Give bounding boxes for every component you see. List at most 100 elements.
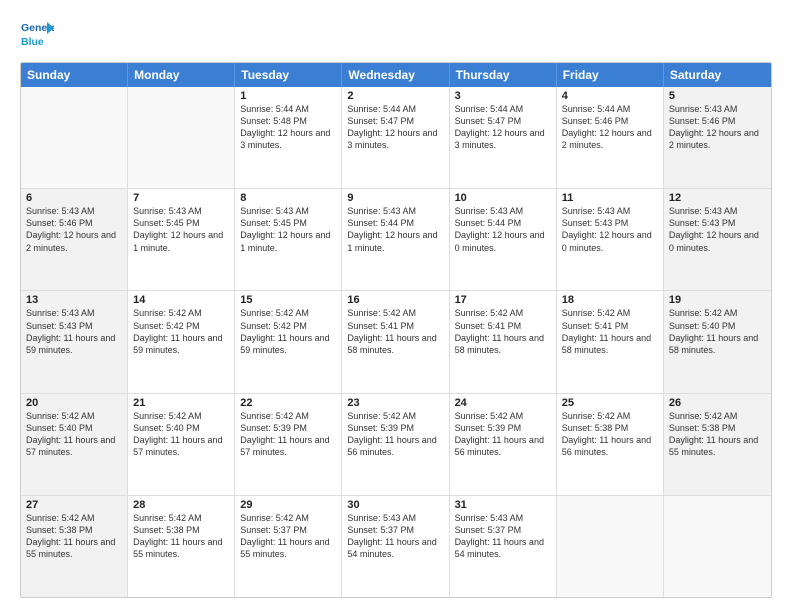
calendar-cell: 26Sunrise: 5:42 AM Sunset: 5:38 PM Dayli… (664, 394, 771, 495)
calendar-cell: 15Sunrise: 5:42 AM Sunset: 5:42 PM Dayli… (235, 291, 342, 392)
day-number: 11 (562, 192, 658, 204)
day-number: 19 (669, 294, 766, 306)
cell-details: Sunrise: 5:42 AM Sunset: 5:38 PM Dayligh… (26, 512, 122, 561)
day-number: 20 (26, 397, 122, 409)
calendar-cell: 7Sunrise: 5:43 AM Sunset: 5:45 PM Daylig… (128, 189, 235, 290)
cell-details: Sunrise: 5:43 AM Sunset: 5:43 PM Dayligh… (562, 205, 658, 254)
header-day-monday: Monday (128, 63, 235, 87)
day-number: 27 (26, 499, 122, 511)
calendar-cell: 3Sunrise: 5:44 AM Sunset: 5:47 PM Daylig… (450, 87, 557, 188)
calendar-cell: 9Sunrise: 5:43 AM Sunset: 5:44 PM Daylig… (342, 189, 449, 290)
calendar-cell: 2Sunrise: 5:44 AM Sunset: 5:47 PM Daylig… (342, 87, 449, 188)
cell-details: Sunrise: 5:43 AM Sunset: 5:43 PM Dayligh… (26, 307, 122, 356)
calendar-cell: 22Sunrise: 5:42 AM Sunset: 5:39 PM Dayli… (235, 394, 342, 495)
cell-details: Sunrise: 5:43 AM Sunset: 5:45 PM Dayligh… (240, 205, 336, 254)
cell-details: Sunrise: 5:43 AM Sunset: 5:44 PM Dayligh… (455, 205, 551, 254)
cell-details: Sunrise: 5:43 AM Sunset: 5:46 PM Dayligh… (26, 205, 122, 254)
cell-details: Sunrise: 5:42 AM Sunset: 5:40 PM Dayligh… (669, 307, 766, 356)
page: General Blue SundayMondayTuesdayWednesda… (0, 0, 792, 612)
day-number: 10 (455, 192, 551, 204)
day-number: 14 (133, 294, 229, 306)
cell-details: Sunrise: 5:42 AM Sunset: 5:41 PM Dayligh… (562, 307, 658, 356)
calendar-cell: 6Sunrise: 5:43 AM Sunset: 5:46 PM Daylig… (21, 189, 128, 290)
day-number: 30 (347, 499, 443, 511)
day-number: 13 (26, 294, 122, 306)
day-number: 21 (133, 397, 229, 409)
calendar: SundayMondayTuesdayWednesdayThursdayFrid… (20, 62, 772, 598)
logo: General Blue (20, 18, 54, 52)
day-number: 7 (133, 192, 229, 204)
day-number: 28 (133, 499, 229, 511)
calendar-cell: 24Sunrise: 5:42 AM Sunset: 5:39 PM Dayli… (450, 394, 557, 495)
calendar-cell: 27Sunrise: 5:42 AM Sunset: 5:38 PM Dayli… (21, 496, 128, 597)
cell-details: Sunrise: 5:42 AM Sunset: 5:38 PM Dayligh… (562, 410, 658, 459)
calendar-body: 1Sunrise: 5:44 AM Sunset: 5:48 PM Daylig… (21, 87, 771, 597)
day-number: 6 (26, 192, 122, 204)
cell-details: Sunrise: 5:43 AM Sunset: 5:37 PM Dayligh… (347, 512, 443, 561)
calendar-cell: 1Sunrise: 5:44 AM Sunset: 5:48 PM Daylig… (235, 87, 342, 188)
calendar-week-4: 20Sunrise: 5:42 AM Sunset: 5:40 PM Dayli… (21, 394, 771, 496)
day-number: 5 (669, 90, 766, 102)
cell-details: Sunrise: 5:43 AM Sunset: 5:46 PM Dayligh… (669, 103, 766, 152)
header-day-friday: Friday (557, 63, 664, 87)
calendar-cell (664, 496, 771, 597)
day-number: 16 (347, 294, 443, 306)
calendar-cell: 29Sunrise: 5:42 AM Sunset: 5:37 PM Dayli… (235, 496, 342, 597)
cell-details: Sunrise: 5:42 AM Sunset: 5:37 PM Dayligh… (240, 512, 336, 561)
day-number: 8 (240, 192, 336, 204)
calendar-cell: 5Sunrise: 5:43 AM Sunset: 5:46 PM Daylig… (664, 87, 771, 188)
day-number: 18 (562, 294, 658, 306)
cell-details: Sunrise: 5:42 AM Sunset: 5:42 PM Dayligh… (240, 307, 336, 356)
cell-details: Sunrise: 5:43 AM Sunset: 5:45 PM Dayligh… (133, 205, 229, 254)
calendar-week-1: 1Sunrise: 5:44 AM Sunset: 5:48 PM Daylig… (21, 87, 771, 189)
header-day-thursday: Thursday (450, 63, 557, 87)
cell-details: Sunrise: 5:42 AM Sunset: 5:38 PM Dayligh… (133, 512, 229, 561)
cell-details: Sunrise: 5:42 AM Sunset: 5:40 PM Dayligh… (133, 410, 229, 459)
header-day-sunday: Sunday (21, 63, 128, 87)
cell-details: Sunrise: 5:42 AM Sunset: 5:40 PM Dayligh… (26, 410, 122, 459)
header-day-tuesday: Tuesday (235, 63, 342, 87)
header: General Blue (20, 18, 772, 52)
calendar-cell: 11Sunrise: 5:43 AM Sunset: 5:43 PM Dayli… (557, 189, 664, 290)
calendar-cell (557, 496, 664, 597)
calendar-cell: 19Sunrise: 5:42 AM Sunset: 5:40 PM Dayli… (664, 291, 771, 392)
calendar-cell: 8Sunrise: 5:43 AM Sunset: 5:45 PM Daylig… (235, 189, 342, 290)
day-number: 23 (347, 397, 443, 409)
calendar-cell: 4Sunrise: 5:44 AM Sunset: 5:46 PM Daylig… (557, 87, 664, 188)
calendar-week-2: 6Sunrise: 5:43 AM Sunset: 5:46 PM Daylig… (21, 189, 771, 291)
cell-details: Sunrise: 5:44 AM Sunset: 5:48 PM Dayligh… (240, 103, 336, 152)
cell-details: Sunrise: 5:42 AM Sunset: 5:42 PM Dayligh… (133, 307, 229, 356)
calendar-cell: 12Sunrise: 5:43 AM Sunset: 5:43 PM Dayli… (664, 189, 771, 290)
calendar-cell: 16Sunrise: 5:42 AM Sunset: 5:41 PM Dayli… (342, 291, 449, 392)
cell-details: Sunrise: 5:42 AM Sunset: 5:38 PM Dayligh… (669, 410, 766, 459)
day-number: 9 (347, 192, 443, 204)
cell-details: Sunrise: 5:44 AM Sunset: 5:47 PM Dayligh… (347, 103, 443, 152)
calendar-cell: 20Sunrise: 5:42 AM Sunset: 5:40 PM Dayli… (21, 394, 128, 495)
cell-details: Sunrise: 5:44 AM Sunset: 5:46 PM Dayligh… (562, 103, 658, 152)
header-day-saturday: Saturday (664, 63, 771, 87)
day-number: 29 (240, 499, 336, 511)
cell-details: Sunrise: 5:42 AM Sunset: 5:39 PM Dayligh… (455, 410, 551, 459)
calendar-cell (128, 87, 235, 188)
cell-details: Sunrise: 5:44 AM Sunset: 5:47 PM Dayligh… (455, 103, 551, 152)
cell-details: Sunrise: 5:43 AM Sunset: 5:44 PM Dayligh… (347, 205, 443, 254)
calendar-cell: 17Sunrise: 5:42 AM Sunset: 5:41 PM Dayli… (450, 291, 557, 392)
day-number: 26 (669, 397, 766, 409)
calendar-cell: 31Sunrise: 5:43 AM Sunset: 5:37 PM Dayli… (450, 496, 557, 597)
day-number: 3 (455, 90, 551, 102)
day-number: 12 (669, 192, 766, 204)
day-number: 22 (240, 397, 336, 409)
svg-text:Blue: Blue (21, 36, 44, 48)
calendar-cell: 30Sunrise: 5:43 AM Sunset: 5:37 PM Dayli… (342, 496, 449, 597)
day-number: 24 (455, 397, 551, 409)
calendar-cell: 13Sunrise: 5:43 AM Sunset: 5:43 PM Dayli… (21, 291, 128, 392)
cell-details: Sunrise: 5:42 AM Sunset: 5:41 PM Dayligh… (347, 307, 443, 356)
calendar-cell: 25Sunrise: 5:42 AM Sunset: 5:38 PM Dayli… (557, 394, 664, 495)
calendar-cell: 21Sunrise: 5:42 AM Sunset: 5:40 PM Dayli… (128, 394, 235, 495)
calendar-cell (21, 87, 128, 188)
header-day-wednesday: Wednesday (342, 63, 449, 87)
cell-details: Sunrise: 5:42 AM Sunset: 5:39 PM Dayligh… (347, 410, 443, 459)
cell-details: Sunrise: 5:43 AM Sunset: 5:43 PM Dayligh… (669, 205, 766, 254)
day-number: 31 (455, 499, 551, 511)
day-number: 2 (347, 90, 443, 102)
